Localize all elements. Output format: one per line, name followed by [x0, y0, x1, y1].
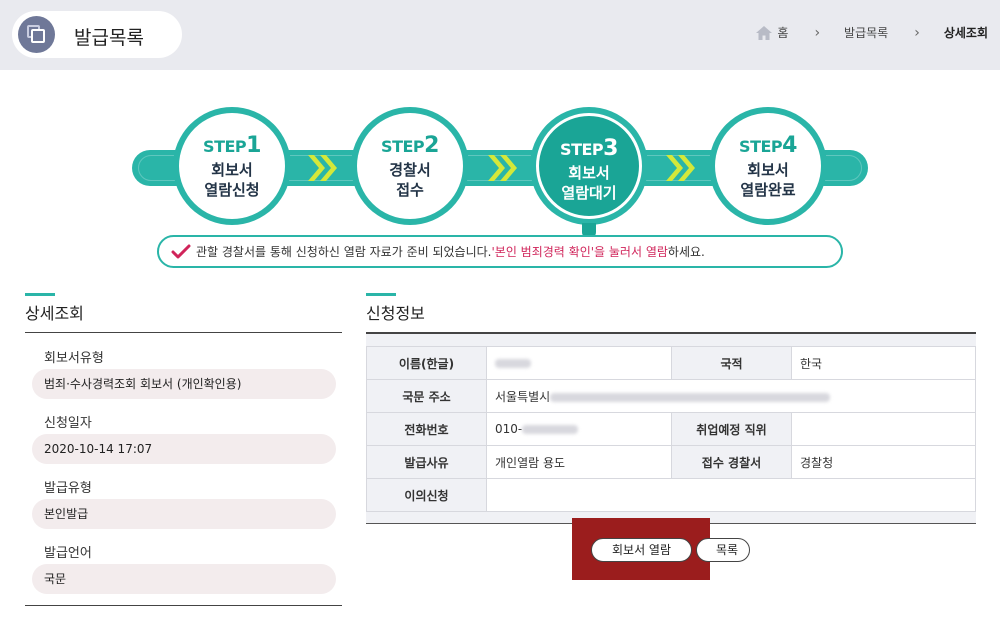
breadcrumb-home[interactable]: 홈 [777, 24, 788, 41]
breadcrumb-detail: 상세조회 [943, 26, 988, 40]
section-accent [25, 293, 55, 296]
application-title: 신청정보 [366, 304, 425, 323]
view-report-button[interactable]: 회보서 열람 [591, 538, 692, 562]
chevron-right-icon: › [914, 24, 920, 41]
job-value [791, 412, 976, 446]
address-label: 국문 주소 [366, 379, 487, 413]
issue-language-value: 국문 [32, 564, 336, 594]
double-chevron-icon [663, 153, 699, 183]
reason-label: 발급사유 [366, 445, 487, 479]
list-button[interactable]: 목록 [696, 538, 750, 562]
table-row: 국문 주소 서울특별시 [366, 379, 976, 413]
step-2-name: 경찰서 접수 [389, 161, 431, 199]
table-row: 이의신청 [366, 478, 976, 512]
section-accent [366, 293, 396, 296]
objection-label: 이의신청 [366, 478, 487, 512]
double-chevron-icon [485, 153, 521, 183]
step-2: STEP2 경찰서 접수 [351, 107, 469, 225]
breadcrumb: 홈 › 발급목록 › 상세조회 [755, 24, 988, 41]
page-title-pill: 발급목록 [12, 11, 182, 58]
home-icon[interactable] [755, 25, 773, 41]
step-4-name: 회보서 열람완료 [740, 161, 796, 199]
step-3-active: STEP3 회보서 열람대기 [530, 107, 648, 225]
divider [25, 605, 342, 606]
step-3-name: 회보서 열람대기 [561, 164, 617, 202]
step-4: STEP4 회보서 열람완료 [709, 107, 827, 225]
name-value [486, 346, 672, 380]
station-value: 경찰청 [791, 445, 976, 479]
breadcrumb-issue-list[interactable]: 발급목록 [844, 24, 888, 41]
page-title: 발급목록 [74, 27, 144, 49]
progress-steps: STEP1 회보서 열람신청 STEP2 경찰서 접수 STEP3 회보서 열람… [0, 95, 1000, 275]
table-row: 발급사유 개인열람 용도 접수 경찰서 경찰청 [366, 445, 976, 479]
name-label: 이름(한글) [366, 346, 487, 380]
step-1: STEP1 회보서 열람신청 [173, 107, 291, 225]
application-table: 이름(한글) 국적 한국 국문 주소 서울특별시 전화번호 010- 취업예정 … [366, 332, 976, 524]
phone-value: 010- [495, 422, 523, 436]
report-type-label: 회보서유형 [44, 351, 104, 366]
table-row: 이름(한글) 국적 한국 [366, 346, 976, 380]
detail-title: 상세조회 [25, 304, 84, 323]
double-chevron-icon [305, 153, 341, 183]
station-label: 접수 경찰서 [671, 445, 792, 479]
check-icon [171, 244, 191, 260]
apply-date-value: 2020-10-14 17:07 [32, 434, 336, 464]
phone-label: 전화번호 [366, 412, 487, 446]
issue-type-label: 발급유형 [44, 481, 92, 496]
apply-date-label: 신청일자 [44, 416, 92, 431]
address-cell: 서울특별시 [486, 379, 976, 413]
reason-value: 개인열람 용도 [486, 445, 672, 479]
table-row: 전화번호 010- 취업예정 직위 [366, 412, 976, 446]
report-type-value: 범죄·수사경력조회 회보서 (개인확인용) [32, 369, 336, 399]
phone-cell: 010- [486, 412, 672, 446]
top-bar: 발급목록 홈 › 발급목록 › 상세조회 [0, 0, 1000, 70]
job-label: 취업예정 직위 [671, 412, 792, 446]
nationality-label: 국적 [671, 346, 792, 380]
issue-type-value: 본인발급 [32, 499, 336, 529]
chevron-right-icon: › [814, 24, 821, 41]
issue-language-label: 발급언어 [44, 546, 92, 561]
divider [25, 332, 342, 333]
nationality-value: 한국 [791, 346, 976, 380]
copy-icon [18, 16, 55, 53]
step-1-name: 회보서 열람신청 [204, 161, 260, 199]
status-notice: 관할 경찰서를 통해 신청하신 열람 자료가 준비 되었습니다. '본인 범죄경력… [157, 235, 843, 268]
objection-value [486, 478, 976, 512]
address-value: 서울특별시 [495, 389, 551, 404]
